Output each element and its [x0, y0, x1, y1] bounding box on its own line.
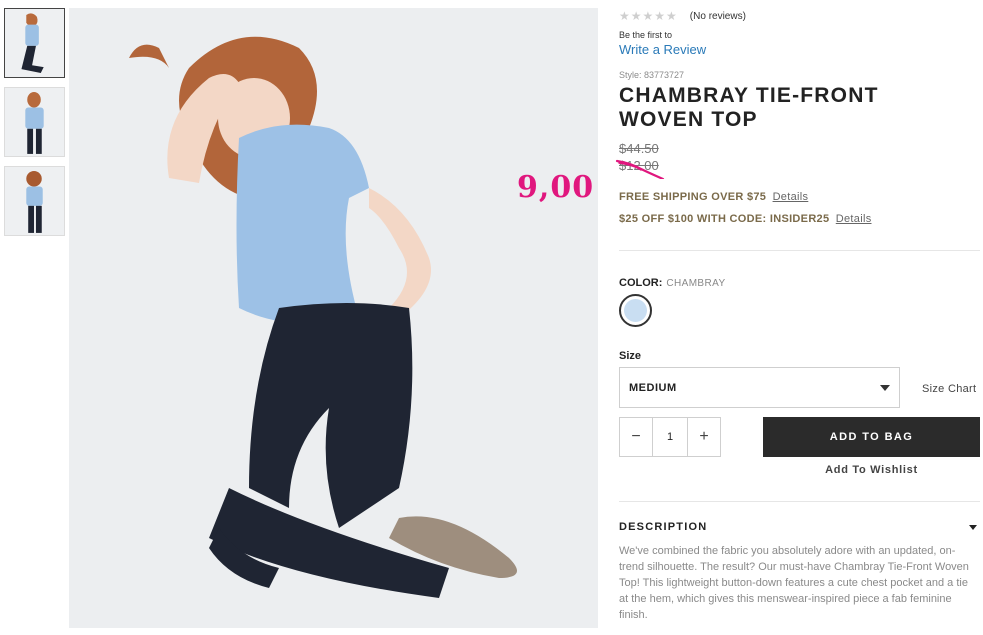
- quantity-input[interactable]: 1: [652, 418, 688, 456]
- price-original: $44.50: [619, 141, 659, 156]
- star-rating-icon: ★★★★★: [619, 9, 678, 23]
- thumbnail-1[interactable]: [4, 8, 65, 78]
- add-to-bag-button[interactable]: ADD TO BAG: [763, 417, 980, 457]
- handwritten-price-annotation: 9,00: [517, 170, 595, 205]
- thumbnail-3[interactable]: [4, 166, 65, 236]
- swatch-fill: [624, 299, 647, 322]
- description-heading[interactable]: DESCRIPTION: [619, 521, 707, 533]
- review-count: (No reviews): [689, 10, 746, 22]
- promo-discount-code: $25 OFF $100 WITH CODE: INSIDER25 Detail…: [619, 213, 872, 225]
- size-select[interactable]: MEDIUM: [619, 367, 900, 408]
- model-photo: [69, 8, 598, 628]
- thumbnail-2[interactable]: [4, 87, 65, 157]
- thumbnail-image: [5, 88, 64, 156]
- add-to-wishlist-link[interactable]: Add To Wishlist: [763, 464, 980, 476]
- caret-down-icon[interactable]: [969, 525, 977, 530]
- thumbnail-list: [4, 8, 65, 245]
- quantity-stepper: − 1 +: [619, 417, 721, 457]
- main-product-image[interactable]: [69, 8, 598, 628]
- write-review-link[interactable]: Write a Review: [619, 42, 706, 57]
- promo-details-link[interactable]: Details: [836, 213, 872, 225]
- chevron-down-icon: [880, 385, 890, 391]
- thumbnail-image: [5, 167, 64, 235]
- rating[interactable]: ★★★★★ (No reviews): [619, 9, 746, 23]
- handwritten-strike-mark: [615, 159, 665, 179]
- quantity-decrease-button[interactable]: −: [620, 418, 652, 456]
- style-number: Style: 83773727: [619, 70, 685, 80]
- thumbnail-image: [5, 9, 64, 77]
- product-title: CHAMBRAY TIE-FRONT WOVEN TOP: [619, 84, 879, 131]
- description-body: We've combined the fabric you absolutely…: [619, 545, 969, 621]
- promo-text: $25 OFF $100 WITH CODE: INSIDER25: [619, 213, 830, 225]
- size-label: Size: [619, 350, 642, 362]
- quantity-increase-button[interactable]: +: [688, 418, 720, 456]
- be-first-text: Be the first to: [619, 30, 673, 40]
- color-swatch-chambray[interactable]: [619, 294, 652, 327]
- size-selected-value: MEDIUM: [629, 381, 677, 394]
- promo-details-link[interactable]: Details: [773, 191, 809, 203]
- color-label: COLOR: CHAMBRAY: [619, 277, 726, 289]
- color-label-text: COLOR:: [619, 277, 663, 289]
- size-chart-link[interactable]: Size Chart: [922, 383, 976, 395]
- divider: [619, 501, 980, 502]
- promo-text: FREE SHIPPING OVER $75: [619, 191, 767, 203]
- color-value: CHAMBRAY: [666, 278, 726, 289]
- promo-free-shipping: FREE SHIPPING OVER $75 Details: [619, 191, 808, 203]
- divider: [619, 250, 980, 251]
